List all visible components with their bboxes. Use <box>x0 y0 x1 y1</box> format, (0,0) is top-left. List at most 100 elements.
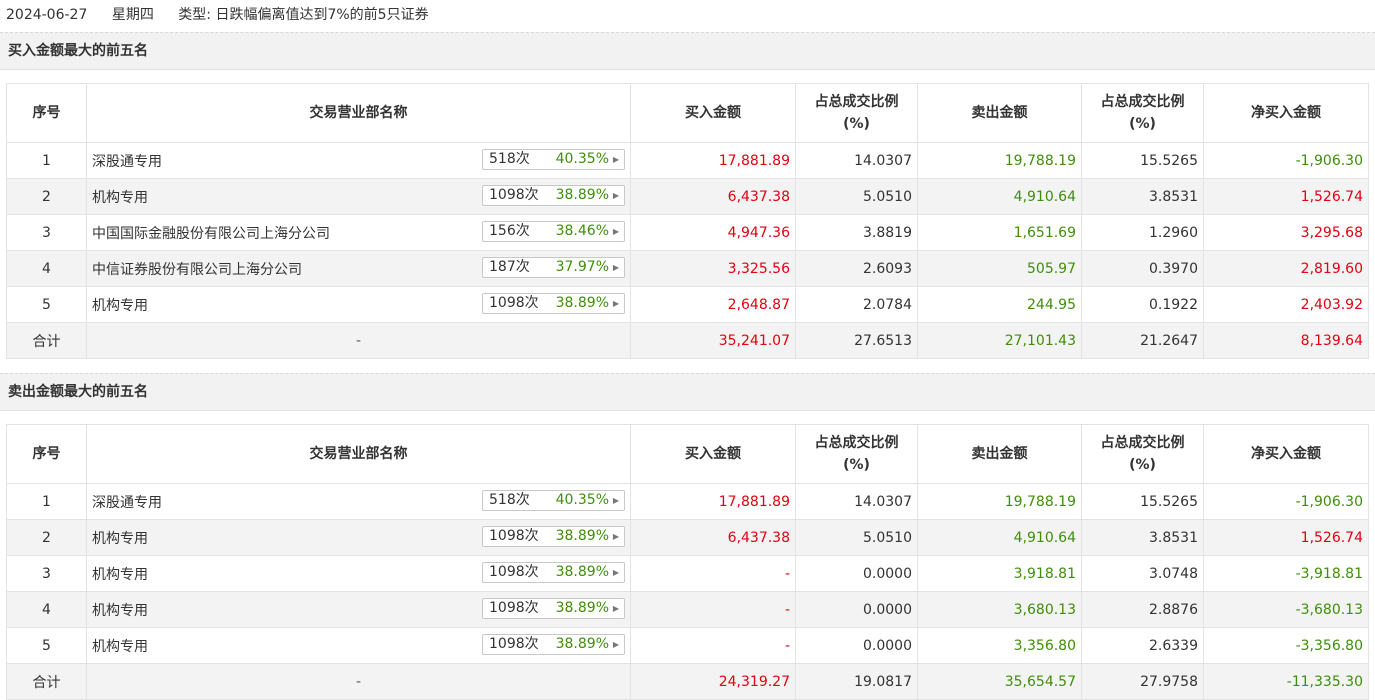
listing-count: 156次 <box>489 223 530 239</box>
total-sell-amount: 35,654.57 <box>917 663 1082 700</box>
trade-date: 2024-06-27 <box>6 7 88 23</box>
row-index: 1 <box>6 142 87 179</box>
branch-stats-button[interactable]: 1098次 38.89% ▶ <box>482 598 625 619</box>
branch-name-cell: 中国国际金融股份有限公司上海分公司 156次 38.46% ▶ <box>86 214 631 251</box>
total-buy-amount: 24,319.27 <box>630 663 796 700</box>
col-header-sell-ratio: 占总成交比例 (%) <box>1081 424 1204 484</box>
col-header-buy: 买入金额 <box>630 83 796 143</box>
sell-amount: 19,788.19 <box>917 142 1082 179</box>
branch-stats-button[interactable]: 156次 38.46% ▶ <box>482 221 625 242</box>
branch-name-cell: 中信证券股份有限公司上海分公司 187次 37.97% ▶ <box>86 250 631 287</box>
branch-name-cell: 机构专用 1098次 38.89% ▶ <box>86 555 631 592</box>
listing-count: 1098次 <box>489 636 539 652</box>
listing-count: 1098次 <box>489 187 539 203</box>
branch-name[interactable]: 中信证券股份有限公司上海分公司 <box>92 262 302 278</box>
buy-amount: 6,437.38 <box>630 519 796 556</box>
table-row: 5 机构专用 1098次 38.89% ▶ 2,648.87 2.0784 244.95 0.1… <box>6 286 1369 323</box>
branch-stats-button[interactable]: 187次 37.97% ▶ <box>482 257 625 278</box>
net-buy-amount: 2,403.92 <box>1203 286 1369 323</box>
branch-name-cell: 机构专用 1098次 38.89% ▶ <box>86 591 631 628</box>
buy-amount: - <box>630 591 796 628</box>
weekday: 星期四 <box>111 7 154 23</box>
total-row: 合计 -24,319.27 19.0817 35,654.57 27.9758 -11,3… <box>6 663 1369 700</box>
row-index: 1 <box>6 483 87 520</box>
branch-name-cell: 深股通专用 518次 40.35% ▶ <box>86 142 631 179</box>
filter-bar: 2024-06-27 星期四 类型: 日跌幅偏离值达到7%的前5只证券 <box>0 0 1375 32</box>
branch-stats-button[interactable]: 1098次 38.89% ▶ <box>482 562 625 583</box>
sell-amount: 3,356.80 <box>917 627 1082 664</box>
branch-stats-button[interactable]: 1098次 38.89% ▶ <box>482 293 625 314</box>
sell-ratio: 2.8876 <box>1081 591 1204 628</box>
win-rate: 40.35% <box>555 151 609 167</box>
sell-ratio: 0.3970 <box>1081 250 1204 287</box>
net-buy-amount: 1,526.74 <box>1203 178 1369 215</box>
buy-amount: - <box>630 555 796 592</box>
branch-name[interactable]: 机构专用 <box>92 531 148 547</box>
branch-name[interactable]: 机构专用 <box>92 639 148 655</box>
table-header-row: 序号 交易营业部名称 买入金额 占总成交比例 (%) 卖出金额 占总成交比例 (%)… <box>6 83 1369 143</box>
win-rate: 38.89% <box>555 564 609 580</box>
col-header-unit: (%) <box>843 457 870 473</box>
buy-ratio: 2.6093 <box>795 250 918 287</box>
col-header-buy-ratio: 占总成交比例 (%) <box>795 83 918 143</box>
col-header-unit: (%) <box>1129 457 1156 473</box>
listing-count: 187次 <box>489 259 530 275</box>
branch-stats-button[interactable]: 518次 40.35% ▶ <box>482 490 625 511</box>
total-label: 合计 <box>6 663 87 700</box>
triangle-right-icon: ▶ <box>612 604 619 613</box>
win-rate: 37.97% <box>555 259 609 275</box>
listing-count: 1098次 <box>489 564 539 580</box>
net-buy-amount: 3,295.68 <box>1203 214 1369 251</box>
branch-name[interactable]: 深股通专用 <box>92 154 162 170</box>
branch-name-cell: 机构专用 1098次 38.89% ▶ <box>86 286 631 323</box>
total-sell-ratio: 21.2647 <box>1081 322 1204 359</box>
total-name-placeholder: - <box>86 663 631 700</box>
table-body: 1 深股通专用 518次 40.35% ▶ 17,881.89 14.0307 19,788.… <box>6 483 1369 700</box>
table-body: 1 深股通专用 518次 40.35% ▶ 17,881.89 14.0307 19,788.… <box>6 142 1369 359</box>
col-header-unit: (%) <box>1129 116 1156 132</box>
branch-name-cell: 机构专用 1098次 38.89% ▶ <box>86 178 631 215</box>
row-index: 4 <box>6 591 87 628</box>
branch-name[interactable]: 深股通专用 <box>92 495 162 511</box>
branch-name-cell: 深股通专用 518次 40.35% ▶ <box>86 483 631 520</box>
col-header-text: 占总成交比例 <box>814 94 899 110</box>
total-sell-amount: 27,101.43 <box>917 322 1082 359</box>
net-buy-amount: 1,526.74 <box>1203 519 1369 556</box>
table-row: 4 机构专用 1098次 38.89% ▶ -0.0000 3,680.13 2.8876 -3… <box>6 591 1369 628</box>
section-title: 买入金额最大的前五名 <box>0 32 1375 70</box>
col-header-idx: 序号 <box>6 424 87 484</box>
branch-stats-button[interactable]: 1098次 38.89% ▶ <box>482 634 625 655</box>
net-buy-amount: -1,906.30 <box>1203 142 1369 179</box>
row-index: 2 <box>6 178 87 215</box>
sell-amount: 3,918.81 <box>917 555 1082 592</box>
table-row: 3 中国国际金融股份有限公司上海分公司 156次 38.46% ▶ 4,947.36 3.8… <box>6 214 1369 251</box>
row-index: 5 <box>6 286 87 323</box>
branch-name[interactable]: 机构专用 <box>92 298 148 314</box>
col-header-name: 交易营业部名称 <box>86 424 631 484</box>
branch-name[interactable]: 机构专用 <box>92 190 148 206</box>
branch-stats-button[interactable]: 1098次 38.89% ▶ <box>482 526 625 547</box>
sell-amount: 505.97 <box>917 250 1082 287</box>
branch-name[interactable]: 机构专用 <box>92 567 148 583</box>
branch-stats-button[interactable]: 518次 40.35% ▶ <box>482 149 625 170</box>
triangle-right-icon: ▶ <box>612 155 619 164</box>
buy-amount: - <box>630 627 796 664</box>
win-rate: 38.89% <box>555 636 609 652</box>
branch-stats-button[interactable]: 1098次 38.89% ▶ <box>482 185 625 206</box>
win-rate: 38.89% <box>555 295 609 311</box>
branch-name[interactable]: 机构专用 <box>92 603 148 619</box>
total-row: 合计 -35,241.07 27.6513 27,101.43 21.2647 8,139… <box>6 322 1369 359</box>
listing-count: 1098次 <box>489 295 539 311</box>
table-row: 4 中信证券股份有限公司上海分公司 187次 37.97% ▶ 3,325.56 2.609… <box>6 250 1369 287</box>
row-index: 3 <box>6 214 87 251</box>
sell-amount: 1,651.69 <box>917 214 1082 251</box>
total-name-placeholder: - <box>86 322 631 359</box>
branch-name[interactable]: 中国国际金融股份有限公司上海分公司 <box>92 226 330 242</box>
total-net-buy-amount: 8,139.64 <box>1203 322 1369 359</box>
net-buy-amount: 2,819.60 <box>1203 250 1369 287</box>
table-row: 3 机构专用 1098次 38.89% ▶ -0.0000 3,918.81 3.0748 -3… <box>6 555 1369 592</box>
row-index: 4 <box>6 250 87 287</box>
row-index: 2 <box>6 519 87 556</box>
win-rate: 38.89% <box>555 187 609 203</box>
buy-amount: 4,947.36 <box>630 214 796 251</box>
